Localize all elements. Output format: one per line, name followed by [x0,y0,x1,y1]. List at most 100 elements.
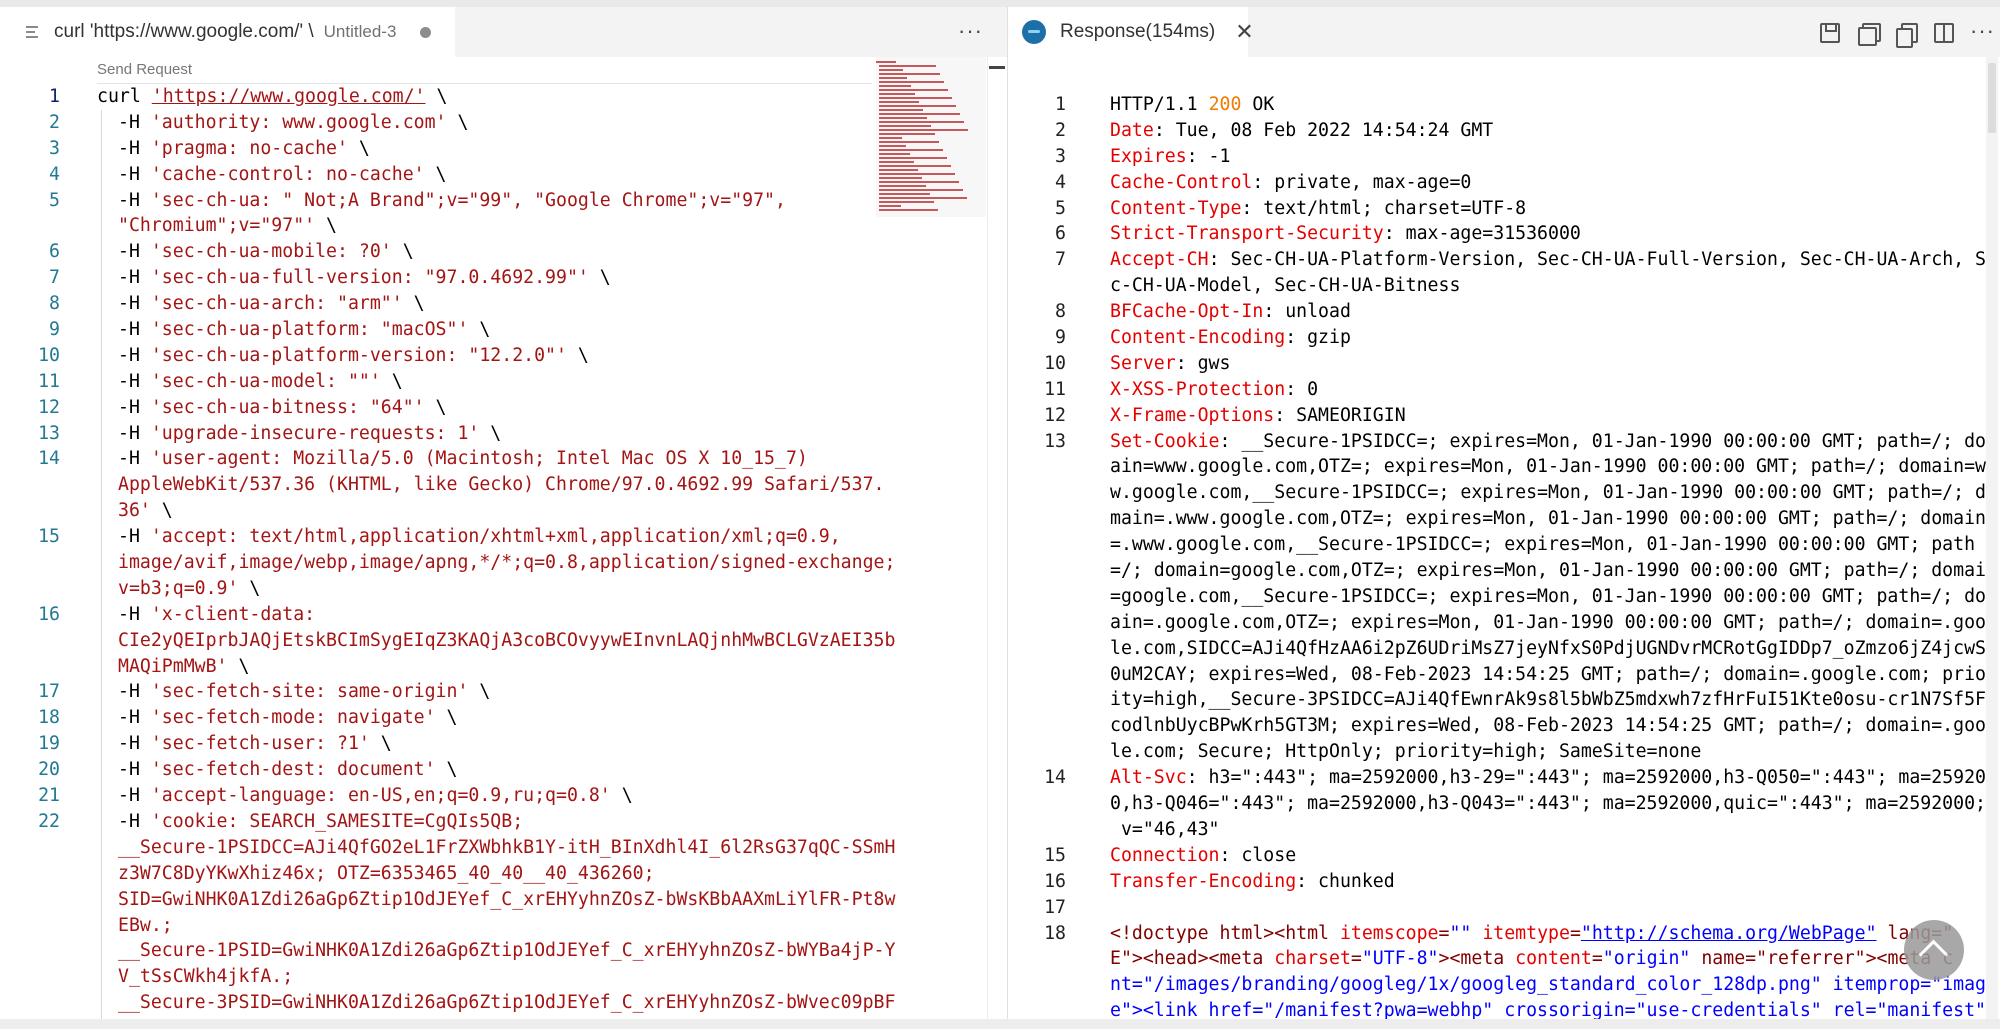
response-line[interactable]: 7 Accept-CH: Sec-CH-UA-Platform-Version, … [1008,247,1997,273]
response-line[interactable]: 8 BFCache-Opt-In: unload [1008,299,1968,325]
code-line[interactable]: "Chromium";v="97"' \ [0,213,870,239]
response-line[interactable]: 14 Alt-Svc: h3=":443"; ma=2592000,h3-29="… [1008,765,1997,791]
string-token: 'x-client-data: [150,603,316,625]
header-value: : private, max-age=0 [1252,171,1472,193]
response-line[interactable]: 1 HTTP/1.1 200 OK [1008,92,1968,118]
code-line[interactable]: SID=GwiNHK0A1Zdi26aGp6Ztip1OdJEYef_C_xrE… [0,887,895,913]
response-line[interactable]: E"><head><meta charset="UTF-8"><meta con… [1008,946,1968,972]
response-line[interactable]: 10 Server: gws [1008,351,1968,377]
code-line[interactable]: 15 -H 'accept: text/html,application/xhtm… [0,524,870,550]
response-line[interactable]: ity=high,__Secure-3PSIDCC=AJi4QfEwnrAk9s… [1008,687,1997,713]
response-line[interactable]: 13 Set-Cookie: __Secure-1PSIDCC=; expires… [1008,429,1997,455]
code-line[interactable]: 7 -H 'sec-ch-ua-full-version: "97.0.4692.… [0,265,870,291]
response-line[interactable]: 2 Date: Tue, 08 Feb 2022 14:54:24 GMT [1008,118,1968,144]
response-line[interactable]: 18 <!doctype html><html itemscope="" item… [1008,921,1968,947]
response-scrollbar-thumb[interactable] [1988,63,1996,133]
response-line[interactable]: 4 Cache-Control: private, max-age=0 [1008,170,1968,196]
code-line[interactable]: __Secure-3PSID=GwiNHK0A1Zdi26aGp6Ztip1Od… [0,990,895,1016]
response-line[interactable]: e"><link href="/manifest?pwa=webhp" cros… [1008,998,1997,1019]
response-line[interactable]: codlnbUycBPwKrh5GT3M; expires=Wed, 08-Fe… [1008,713,1997,739]
response-line[interactable]: 3 Expires: -1 [1008,144,1968,170]
send-request-codelens[interactable]: Send Request [97,61,192,78]
header-value: =.www.google.com,__Secure-1PSIDCC=; expi… [1110,534,1976,556]
copy-icon[interactable] [1896,23,1918,48]
code-line[interactable]: image/avif,image/webp,image/apng,*/*;q=0… [0,550,895,576]
minimap-slider[interactable] [876,57,986,217]
code-line[interactable]: 9 -H 'sec-ch-ua-platform: "macOS"' \ [0,317,870,343]
tab-response[interactable]: Response(154ms) ✕ [1008,7,1254,57]
code-line[interactable]: 22 -H 'cookie: SEARCH_SAMESITE=CgQIs5QB; [0,809,870,835]
response-line[interactable]: 5 Content-Type: text/html; charset=UTF-8 [1008,196,1968,222]
editor-scrollbar-track[interactable] [987,57,988,1019]
response-text: Strict-Transport-Security: max-age=31536… [1110,221,1581,247]
unsaved-dot-icon[interactable] [420,26,432,38]
response-line[interactable]: le.com,SIDCC=AJi4QfHzAA6i2pZ6UDriMsZ7jey… [1008,636,1986,662]
response-line[interactable]: ain=www.google.com,OTZ=; expires=Mon, 01… [1008,454,1997,480]
code-line[interactable]: 20 -H 'sec-fetch-dest: document' \ [0,757,870,783]
code-line[interactable]: MAQiPmMwB' \ [0,654,870,680]
response-code[interactable]: 1 HTTP/1.1 200 OK 2 Date: Tue, 08 Feb 2022 … [1008,92,1997,1019]
response-line[interactable]: c-CH-UA-Model, Sec-CH-UA-Bitness [1008,273,1968,299]
code-text: -H 'sec-ch-ua-full-version: "97.0.4692.9… [118,265,611,291]
line-number: 7 [49,267,60,289]
response-line[interactable]: 11 X-XSS-Protection: 0 [1008,377,1968,403]
response-line[interactable]: 0uM2CAY; expires=Wed, 08-Feb-2023 14:54:… [1008,662,1997,688]
split-editor-icon[interactable] [1934,23,1954,43]
code-line[interactable]: 3 -H 'pragma: no-cache' \ [0,136,870,162]
response-line[interactable]: 17 [1008,895,1968,921]
code-line[interactable]: z3W7C8DyYKwXhiz46x; OTZ=6353465_40_40__4… [0,861,870,887]
code-line[interactable]: 16 -H 'x-client-data: [0,602,870,628]
code-line[interactable]: 5 -H 'sec-ch-ua: " Not;A Brand";v="99", "… [0,188,870,214]
code-line[interactable]: 11 -H 'sec-ch-ua-model: ""' \ [0,369,870,395]
response-line[interactable]: main=.www.google.com,OTZ=; expires=Mon, … [1008,506,1986,532]
code-line[interactable]: 13 -H 'upgrade-insecure-requests: 1' \ [0,421,870,447]
code-line[interactable]: 2 -H 'authority: www.google.com' \ [0,110,870,136]
response-line[interactable]: 9 Content-Encoding: gzip [1008,325,1968,351]
more-actions-icon[interactable]: ··· [1970,18,1995,44]
header-value: : chunked [1296,870,1395,892]
code-line[interactable]: V_tSsCWkh4jkfA.; [0,964,870,990]
code-line[interactable]: 4 -H 'cache-control: no-cache' \ [0,162,870,188]
request-code[interactable]: 1 curl 'https://www.google.com/' \ 2 -H 'au… [0,84,895,1016]
code-line[interactable]: v=b3;q=0.9' \ [0,576,870,602]
response-line[interactable]: ain=.google.com,OTZ=; expires=Mon, 01-Ja… [1008,610,1997,636]
code-line[interactable]: 8 -H 'sec-ch-ua-arch: "arm"' \ [0,291,870,317]
code-line[interactable]: 14 -H 'user-agent: Mozilla/5.0 (Macintosh… [0,446,870,472]
response-line[interactable]: 6 Strict-Transport-Security: max-age=3153… [1008,221,1968,247]
response-line[interactable]: 0,h3-Q046=":443"; ma=2592000,h3-Q043=":4… [1008,791,1986,817]
response-line[interactable]: 12 X-Frame-Options: SAMEORIGIN [1008,403,1968,429]
scroll-to-top-button[interactable] [1904,920,1964,980]
save-response-body-icon[interactable] [1858,23,1881,46]
code-line[interactable]: 10 -H 'sec-ch-ua-platform-version: "12.2.… [0,343,870,369]
response-line[interactable]: =google.com,__Secure-1PSIDCC=; expires=M… [1008,584,1997,610]
code-text: "Chromium";v="97"' \ [118,213,337,239]
tab-untitled-3[interactable]: curl 'https://www.google.com/' \ Untitle… [0,7,455,57]
code-line[interactable]: CIe2yQEIprbJAQjEtskBCImSygEIqZ3KAQjA3coB… [0,628,895,654]
code-line[interactable]: 17 -H 'sec-fetch-site: same-origin' \ [0,679,870,705]
response-line[interactable]: w.google.com,__Secure-1PSIDCC=; expires=… [1008,480,1997,506]
code-line[interactable]: EBw.; [0,913,870,939]
response-line[interactable]: 16 Transfer-Encoding: chunked [1008,869,1968,895]
response-scrollbar-track[interactable] [1986,57,1998,1019]
code-line[interactable]: __Secure-1PSID=GwiNHK0A1Zdi26aGp6Ztip1Od… [0,938,895,964]
more-actions-icon[interactable]: ··· [958,18,983,44]
response-line[interactable]: nt="/images/branding/googleg/1x/googleg_… [1008,972,1986,998]
code-line[interactable]: 36' \ [0,498,870,524]
code-line[interactable]: 1 curl 'https://www.google.com/' \ [0,84,870,110]
code-line[interactable]: 21 -H 'accept-language: en-US,en;q=0.9,ru… [0,783,870,809]
response-line[interactable]: le.com; Secure; HttpOnly; priority=high;… [1008,739,1968,765]
response-line[interactable]: 15 Connection: close [1008,843,1968,869]
code-line[interactable]: 18 -H 'sec-fetch-mode: navigate' \ [0,705,870,731]
code-line[interactable]: 6 -H 'sec-ch-ua-mobile: ?0' \ [0,239,870,265]
response-line[interactable]: =.www.google.com,__Secure-1PSIDCC=; expi… [1008,532,1975,558]
code-line[interactable]: 19 -H 'sec-fetch-user: ?1' \ [0,731,870,757]
file-text-icon [26,23,44,41]
response-text: main=.www.google.com,OTZ=; expires=Mon, … [1110,506,1986,532]
response-line[interactable]: =/; domain=google.com,OTZ=; expires=Mon,… [1008,558,1997,584]
close-icon[interactable]: ✕ [1235,21,1253,43]
code-line[interactable]: __Secure-1PSIDCC=AJi4QfGO2eL1FrZXWbhkB1Y… [0,835,895,861]
code-line[interactable]: AppleWebKit/537.36 (KHTML, like Gecko) C… [0,472,885,498]
save-response-icon[interactable] [1820,23,1840,43]
response-line[interactable]: v="46,43" [1008,817,1968,843]
code-line[interactable]: 12 -H 'sec-ch-ua-bitness: "64"' \ [0,395,870,421]
